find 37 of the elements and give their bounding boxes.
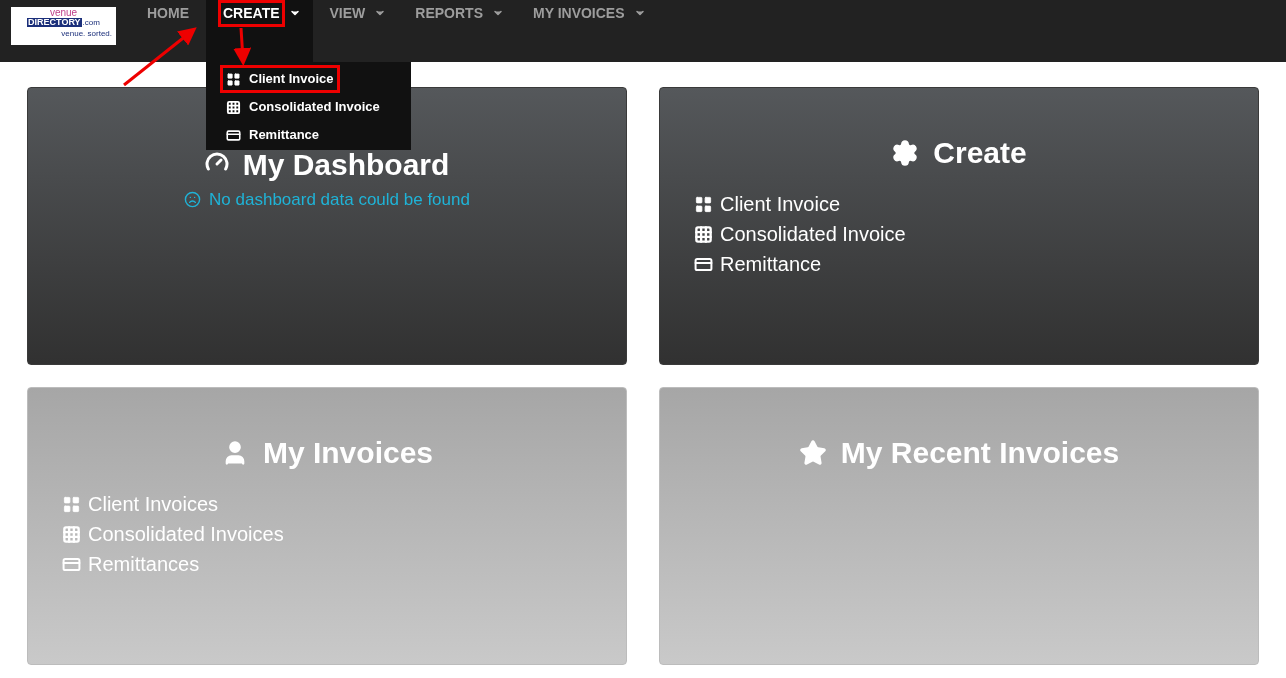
empty-message: No dashboard data could be found (209, 189, 470, 211)
logo-word: venue (49, 8, 78, 18)
annotation-arrow (233, 27, 252, 66)
menu-item[interactable]: Consolidated Invoice (220, 93, 386, 121)
card-link[interactable]: Remittance (694, 249, 822, 279)
logo[interactable]: venue DIRECTORY .com venue. sorted. (11, 7, 116, 45)
logo-domain: .com (82, 19, 100, 27)
settings-icon (891, 138, 920, 167)
menu-item[interactable]: Remittance (220, 121, 326, 149)
grid-icon (226, 99, 241, 115)
sad-face-icon (184, 191, 202, 209)
grid-icon (694, 224, 713, 244)
nav-item[interactable]: CREATE (206, 0, 313, 62)
card-title: My Invoices (262, 435, 434, 471)
nav-item[interactable]: REPORTS (398, 0, 516, 62)
nav-item[interactable]: VIEW (312, 0, 399, 62)
menu-item[interactable]: Client Invoice (220, 65, 340, 93)
credit-card-icon (226, 127, 241, 143)
card-title: My Recent Invoices (840, 435, 1120, 471)
highlight-frame: HOME (142, 0, 194, 27)
grid-icon (62, 494, 81, 514)
star-icon (798, 438, 827, 467)
grid-icon (62, 524, 81, 544)
highlight-frame: MY INVOICES (528, 0, 630, 27)
card-title: My Dashboard (242, 147, 450, 183)
card-link[interactable]: Consolidated Invoice (694, 219, 906, 249)
nav-item[interactable]: MY INVOICES (516, 0, 658, 62)
card-link[interactable]: Client Invoice (694, 189, 841, 219)
grid-icon (226, 71, 241, 87)
highlight-frame: VIEW (324, 0, 371, 27)
logo-brand: DIRECTORY (27, 18, 82, 27)
grid-icon (694, 194, 713, 214)
nav-item[interactable]: HOME (130, 0, 206, 62)
highlight-frame: REPORTS (410, 0, 488, 27)
highlight-frame: CREATE (218, 0, 285, 27)
logo-tagline: venue. sorted. (61, 30, 112, 38)
card-title: Create (933, 135, 1027, 171)
